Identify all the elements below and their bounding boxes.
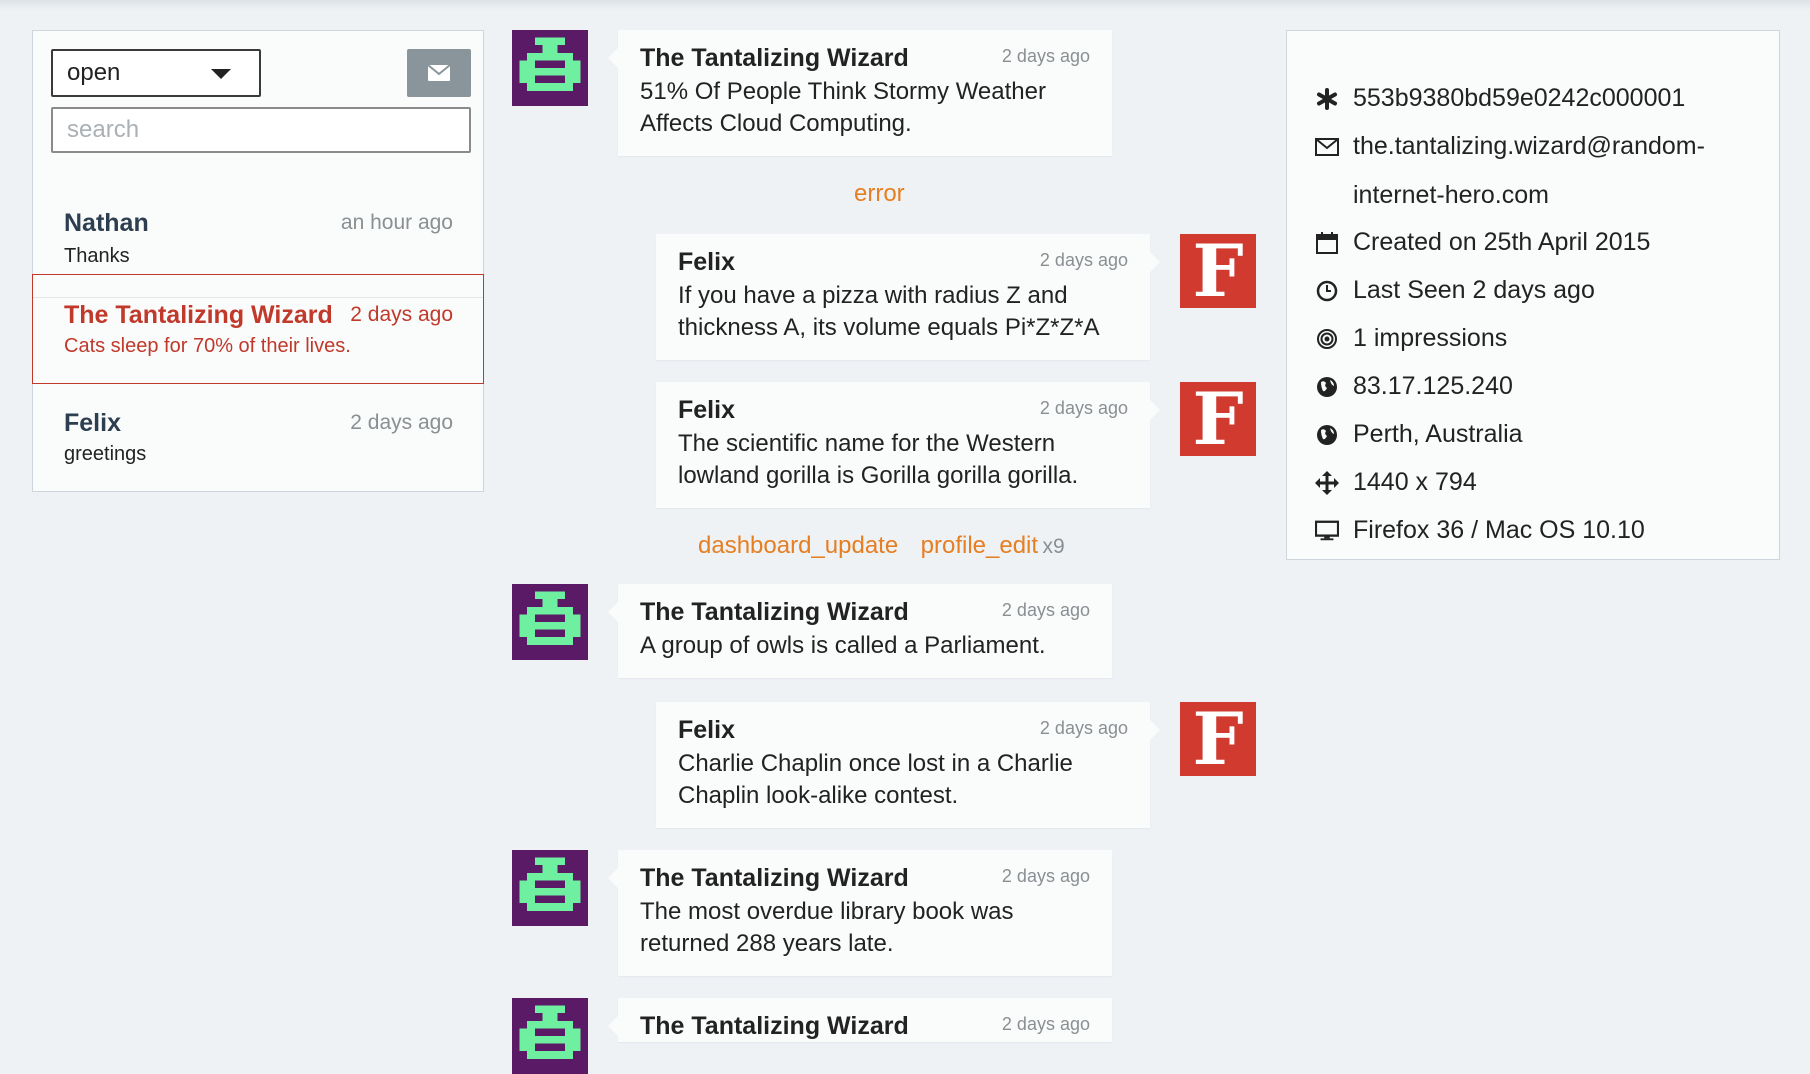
profile-email-line: internet-hero.com (1353, 181, 1549, 209)
wizard-avatar (512, 30, 588, 106)
conversation-snippet: Cats sleep for 70% of their lives. (64, 335, 351, 357)
conversation-time: an hour ago (340, 211, 453, 234)
message: The Tantalizing Wizard 2 days ago (608, 998, 1112, 1042)
profile-id: 553b9380bd59e0242c000001 (1353, 84, 1686, 112)
message-author: Felix (678, 248, 735, 276)
message-line: Affects Cloud Computing. (640, 110, 912, 137)
conversation-snippet: greetings (64, 443, 147, 465)
conversation-snippet: Thanks (64, 245, 130, 267)
profile-last-seen: Last Seen 2 days ago (1353, 276, 1595, 304)
message-time: 2 days ago (1001, 866, 1090, 886)
asterisk-icon (1315, 87, 1339, 111)
conversation-time: 2 days ago (350, 303, 453, 326)
profile-location-row: Perth, Australia (1287, 415, 1781, 455)
message-author: Felix (678, 716, 735, 744)
message-author: The Tantalizing Wizard (640, 864, 909, 892)
message-body: The most overdue library book was return… (640, 896, 1090, 960)
message: The Tantalizing Wizard 2 days ago The mo… (608, 850, 1112, 976)
conversation-time: 2 days ago (350, 411, 453, 434)
message: The Tantalizing Wizard 2 days ago A grou… (608, 584, 1112, 678)
monitor-icon (1315, 519, 1339, 543)
profile-created-row: Created on 25th April 2015 (1287, 223, 1781, 263)
message-body: 51% Of People Think Stormy Weather Affec… (640, 76, 1090, 140)
message-line: A group of owls is called a Parliament. (640, 632, 1046, 659)
message-line: returned 288 years late. (640, 930, 894, 957)
user-profile-panel: 553b9380bd59e0242c000001 the.tantalizing… (1286, 30, 1780, 560)
envelope-icon (427, 64, 451, 81)
event-row: dashboard_update profile_edit x9 (698, 532, 1065, 560)
conversation-list-panel: open Nathan an hour ago Thanks The Tanta… (32, 30, 484, 492)
felix-avatar: F (1180, 382, 1256, 456)
profile-email: the.tantalizing.wizard@random- internet-… (1353, 132, 1705, 210)
clock-icon (1315, 279, 1339, 303)
message-line: The most overdue library book was (640, 898, 1014, 925)
message-line: Charlie Chaplin once lost in a Charlie (678, 750, 1073, 777)
profile-email-row: the.tantalizing.wizard@random- internet-… (1287, 127, 1781, 215)
message-time: 2 days ago (1039, 250, 1128, 270)
event-error[interactable]: error (854, 180, 905, 208)
conversation-name: Nathan (64, 209, 149, 237)
message-line: The scientific name for the Western (678, 430, 1056, 457)
message-body: If you have a pizza with radius Z and th… (678, 280, 1128, 344)
message-body: The scientific name for the Western lowl… (678, 428, 1128, 492)
message-line: If you have a pizza with radius Z and (678, 282, 1068, 309)
wizard-avatar (512, 850, 588, 926)
profile-ip: 83.17.125.240 (1353, 372, 1513, 400)
profile-location: Perth, Australia (1353, 420, 1523, 448)
message-time: 2 days ago (1001, 1014, 1090, 1034)
profile-browser-row: Firefox 36 / Mac OS 10.10 (1287, 511, 1781, 551)
profile-ip-row: 83.17.125.240 (1287, 367, 1781, 407)
globe-icon (1315, 423, 1339, 447)
profile-resolution: 1440 x 794 (1353, 468, 1477, 496)
profile-last-seen-row: Last Seen 2 days ago (1287, 271, 1781, 311)
conversation-name: The Tantalizing Wizard (64, 301, 333, 329)
status-filter-select[interactable]: open (51, 49, 261, 97)
felix-avatar: F (1180, 234, 1256, 308)
message-line: 51% Of People Think Stormy Weather (640, 78, 1046, 105)
globe-icon (1315, 375, 1339, 399)
message: Felix 2 days ago The scientific name for… (656, 382, 1160, 508)
message-body: A group of owls is called a Parliament. (640, 630, 1090, 662)
message-line: thickness A, its volume equals Pi*Z*Z*A (678, 314, 1100, 341)
wizard-avatar (512, 584, 588, 660)
message-author: The Tantalizing Wizard (640, 598, 909, 626)
message-line: lowland gorilla is Gorilla gorilla goril… (678, 462, 1079, 489)
caret-down-icon (211, 69, 231, 79)
message-author: Felix (678, 396, 735, 424)
profile-id-row: 553b9380bd59e0242c000001 (1287, 79, 1781, 119)
conversation-item[interactable]: Felix 2 days ago greetings (33, 385, 483, 491)
message-body: Charlie Chaplin once lost in a Charlie C… (678, 748, 1128, 812)
status-filter-value: open (67, 59, 121, 86)
envelope-icon (1315, 135, 1339, 159)
message-author: The Tantalizing Wizard (640, 1012, 909, 1040)
profile-email-line: the.tantalizing.wizard@random- (1353, 132, 1705, 160)
message-line: Chaplin look-alike contest. (678, 782, 959, 809)
profile-impressions: 1 impressions (1353, 324, 1508, 352)
search-input[interactable] (51, 107, 471, 153)
event-profile-edit[interactable]: profile_edit (921, 532, 1038, 559)
compose-message-button[interactable] (407, 49, 471, 97)
conversation-name: Felix (64, 409, 121, 437)
move-arrows-icon (1315, 471, 1339, 495)
conversation-item-selected[interactable]: The Tantalizing Wizard 2 days ago Cats s… (32, 274, 484, 384)
message: Felix 2 days ago Charlie Chaplin once lo… (656, 702, 1160, 828)
message-time: 2 days ago (1039, 398, 1128, 418)
felix-avatar: F (1180, 702, 1256, 776)
message-time: 2 days ago (1039, 718, 1128, 738)
profile-created: Created on 25th April 2015 (1353, 228, 1651, 256)
top-shadow (0, 0, 1810, 10)
message: Felix 2 days ago If you have a pizza wit… (656, 234, 1160, 360)
profile-impressions-row: 1 impressions (1287, 319, 1781, 359)
calendar-icon (1315, 231, 1339, 255)
message: The Tantalizing Wizard 2 days ago 51% Of… (608, 30, 1112, 156)
event-dashboard-update[interactable]: dashboard_update (698, 532, 898, 559)
target-icon (1315, 327, 1339, 351)
message-time: 2 days ago (1001, 600, 1090, 620)
profile-resolution-row: 1440 x 794 (1287, 463, 1781, 503)
profile-browser: Firefox 36 / Mac OS 10.10 (1353, 516, 1645, 544)
message-time: 2 days ago (1001, 46, 1090, 66)
wizard-avatar (512, 998, 588, 1074)
message-author: The Tantalizing Wizard (640, 44, 909, 72)
event-count: x9 (1042, 535, 1065, 558)
